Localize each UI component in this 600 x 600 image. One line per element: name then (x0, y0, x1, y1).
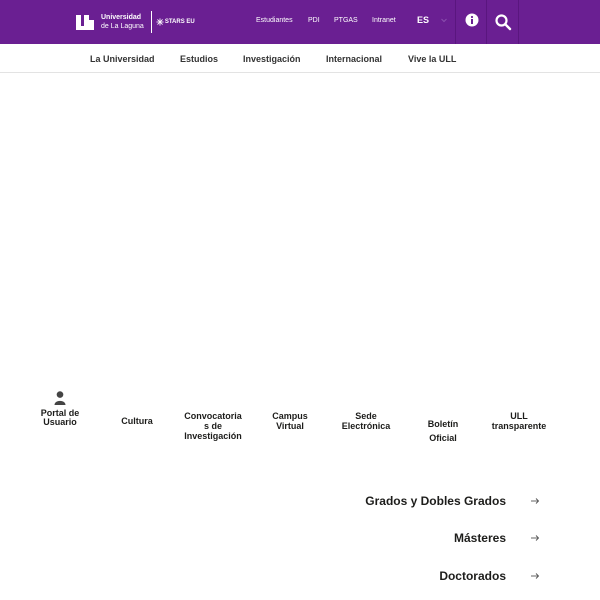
user-icon (54, 391, 66, 405)
ull-logo-icon (76, 14, 95, 30)
link-estudiantes[interactable]: Estudiantes (256, 17, 293, 24)
header-divider (455, 0, 456, 44)
quick-link-label: ULL (510, 411, 528, 421)
main-navigation: La Universidad Estudios Investigación In… (0, 44, 600, 73)
language-selector[interactable]: ES (417, 15, 429, 25)
arrow-right-icon[interactable] (530, 534, 540, 542)
quick-link-label: Investigación (184, 431, 242, 441)
logo-divider (150, 11, 152, 33)
quick-link-sede-electronica[interactable]: Sede Electrónica (331, 411, 401, 431)
nav-la-universidad[interactable]: La Universidad (90, 54, 155, 64)
nav-estudios[interactable]: Estudios (180, 54, 218, 64)
header-divider (486, 0, 487, 44)
quick-link-label: s de (203, 421, 222, 431)
arrow-right-icon[interactable] (530, 572, 540, 580)
university-name-line1: Universidad (101, 14, 142, 21)
quick-link-boletin-oficial[interactable]: Boletín Oficial (408, 416, 478, 443)
quick-link-label: Boletín (427, 419, 459, 429)
quick-link-label: Virtual (276, 421, 304, 431)
quick-link-label: Convocatoria (184, 411, 242, 421)
quick-link-label: transparente (491, 421, 547, 431)
quick-link-label: Cultura (121, 416, 153, 426)
arrow-right-icon[interactable] (530, 497, 540, 505)
stars-eu-logo: STARS EU (156, 18, 195, 26)
link-pdi[interactable]: PDI (308, 17, 320, 24)
link-masteres[interactable]: Másteres (454, 531, 506, 545)
quick-link-convocatorias[interactable]: Convocatoria s de Investigación (178, 411, 248, 441)
quick-link-label: Usuario (43, 417, 77, 427)
quick-link-ull-transparente[interactable]: ULL transparente (484, 411, 554, 431)
nav-investigacion[interactable]: Investigación (243, 54, 301, 64)
link-ptgas[interactable]: PTGAS (334, 17, 358, 24)
university-name-line2: de La Laguna (101, 23, 144, 30)
university-logo[interactable]: Universidad de La Laguna STARS EU (76, 10, 195, 34)
quick-link-campus-virtual[interactable]: Campus Virtual (255, 411, 325, 431)
link-doctorados[interactable]: Doctorados (439, 569, 506, 583)
header-divider (518, 0, 519, 44)
university-name: Universidad de La Laguna (101, 13, 144, 31)
stars-eu-label: STARS EU (164, 19, 195, 25)
chevron-down-icon[interactable] (440, 16, 448, 24)
link-grados[interactable]: Grados y Dobles Grados (365, 494, 506, 508)
link-intranet[interactable]: Intranet (372, 17, 396, 24)
info-icon[interactable] (465, 13, 479, 27)
quick-link-cultura[interactable]: Cultura (102, 416, 172, 426)
quick-link-label: Electrónica (341, 421, 391, 431)
stars-icon (156, 18, 164, 26)
search-icon[interactable] (494, 13, 512, 31)
top-bar: Universidad de La Laguna STARS EU Estudi… (0, 0, 600, 44)
nav-internacional[interactable]: Internacional (326, 54, 382, 64)
quick-link-label: Sede (355, 411, 377, 421)
quick-link-label: Campus (272, 411, 308, 421)
nav-vive-la-ull[interactable]: Vive la ULL (408, 54, 456, 64)
quick-link-portal-usuario[interactable]: Portal de Usuario (25, 391, 95, 427)
quick-link-label: Oficial (429, 433, 457, 443)
